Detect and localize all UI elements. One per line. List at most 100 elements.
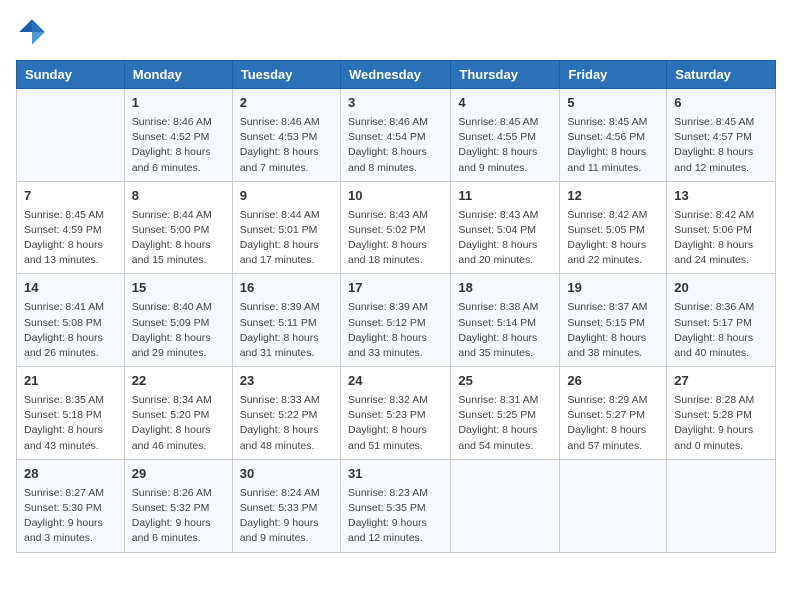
calendar-week-row: 14 Sunrise: 8:41 AM Sunset: 5:08 PM Dayli… — [17, 274, 776, 367]
calendar-table: SundayMondayTuesdayWednesdayThursdayFrid… — [16, 60, 776, 553]
day-number: 12 — [567, 187, 659, 206]
day-details: Sunrise: 8:44 AM Sunset: 5:00 PM Dayligh… — [132, 208, 225, 269]
day-details: Sunrise: 8:45 AM Sunset: 4:57 PM Dayligh… — [674, 115, 768, 176]
day-number: 23 — [240, 372, 333, 391]
calendar-cell — [17, 89, 125, 182]
day-details: Sunrise: 8:33 AM Sunset: 5:22 PM Dayligh… — [240, 393, 333, 454]
day-details: Sunrise: 8:39 AM Sunset: 5:11 PM Dayligh… — [240, 300, 333, 361]
day-number: 29 — [132, 465, 225, 484]
day-number: 20 — [674, 279, 768, 298]
day-details: Sunrise: 8:24 AM Sunset: 5:33 PM Dayligh… — [240, 486, 333, 547]
weekday-header-cell: Saturday — [667, 61, 776, 89]
day-number: 24 — [348, 372, 443, 391]
calendar-cell: 12 Sunrise: 8:42 AM Sunset: 5:05 PM Dayli… — [560, 181, 667, 274]
day-details: Sunrise: 8:37 AM Sunset: 5:15 PM Dayligh… — [567, 300, 659, 361]
day-details: Sunrise: 8:27 AM Sunset: 5:30 PM Dayligh… — [24, 486, 117, 547]
day-details: Sunrise: 8:35 AM Sunset: 5:18 PM Dayligh… — [24, 393, 117, 454]
weekday-header-row: SundayMondayTuesdayWednesdayThursdayFrid… — [17, 61, 776, 89]
day-number: 21 — [24, 372, 117, 391]
calendar-cell: 4 Sunrise: 8:45 AM Sunset: 4:55 PM Daylig… — [451, 89, 560, 182]
page-header — [16, 16, 776, 48]
calendar-cell — [560, 459, 667, 552]
day-details: Sunrise: 8:42 AM Sunset: 5:06 PM Dayligh… — [674, 208, 768, 269]
calendar-cell: 30 Sunrise: 8:24 AM Sunset: 5:33 PM Dayli… — [232, 459, 340, 552]
day-details: Sunrise: 8:45 AM Sunset: 4:59 PM Dayligh… — [24, 208, 117, 269]
day-number: 17 — [348, 279, 443, 298]
day-details: Sunrise: 8:45 AM Sunset: 4:55 PM Dayligh… — [458, 115, 552, 176]
day-number: 25 — [458, 372, 552, 391]
calendar-cell: 19 Sunrise: 8:37 AM Sunset: 5:15 PM Dayli… — [560, 274, 667, 367]
day-number: 13 — [674, 187, 768, 206]
day-number: 7 — [24, 187, 117, 206]
day-number: 15 — [132, 279, 225, 298]
day-number: 8 — [132, 187, 225, 206]
calendar-cell: 21 Sunrise: 8:35 AM Sunset: 5:18 PM Dayli… — [17, 367, 125, 460]
day-number: 11 — [458, 187, 552, 206]
calendar-week-row: 28Sunrise: 8:27 AM Sunset: 5:30 PM Dayli… — [17, 459, 776, 552]
calendar-cell: 15 Sunrise: 8:40 AM Sunset: 5:09 PM Dayli… — [124, 274, 232, 367]
weekday-header-cell: Tuesday — [232, 61, 340, 89]
day-details: Sunrise: 8:39 AM Sunset: 5:12 PM Dayligh… — [348, 300, 443, 361]
day-number: 2 — [240, 94, 333, 113]
day-details: Sunrise: 8:43 AM Sunset: 5:04 PM Dayligh… — [458, 208, 552, 269]
day-number: 1 — [132, 94, 225, 113]
calendar-cell: 25 Sunrise: 8:31 AM Sunset: 5:25 PM Dayli… — [451, 367, 560, 460]
day-number: 19 — [567, 279, 659, 298]
calendar-cell: 23 Sunrise: 8:33 AM Sunset: 5:22 PM Dayli… — [232, 367, 340, 460]
calendar-header: SundayMondayTuesdayWednesdayThursdayFrid… — [17, 61, 776, 89]
day-number: 26 — [567, 372, 659, 391]
calendar-cell: 11 Sunrise: 8:43 AM Sunset: 5:04 PM Dayli… — [451, 181, 560, 274]
day-details: Sunrise: 8:46 AM Sunset: 4:52 PM Dayligh… — [132, 115, 225, 176]
calendar-cell: 27 Sunrise: 8:28 AM Sunset: 5:28 PM Dayli… — [667, 367, 776, 460]
calendar-cell: 18 Sunrise: 8:38 AM Sunset: 5:14 PM Dayli… — [451, 274, 560, 367]
day-details: Sunrise: 8:23 AM Sunset: 5:35 PM Dayligh… — [348, 486, 443, 547]
day-details: Sunrise: 8:28 AM Sunset: 5:28 PM Dayligh… — [674, 393, 768, 454]
calendar-cell: 24 Sunrise: 8:32 AM Sunset: 5:23 PM Dayli… — [340, 367, 450, 460]
calendar-body: 1 Sunrise: 8:46 AM Sunset: 4:52 PM Daylig… — [17, 89, 776, 553]
calendar-cell: 22Sunrise: 8:34 AM Sunset: 5:20 PM Dayli… — [124, 367, 232, 460]
day-details: Sunrise: 8:31 AM Sunset: 5:25 PM Dayligh… — [458, 393, 552, 454]
calendar-cell: 29Sunrise: 8:26 AM Sunset: 5:32 PM Dayli… — [124, 459, 232, 552]
day-number: 5 — [567, 94, 659, 113]
day-number: 30 — [240, 465, 333, 484]
calendar-cell: 14 Sunrise: 8:41 AM Sunset: 5:08 PM Dayli… — [17, 274, 125, 367]
calendar-cell: 20Sunrise: 8:36 AM Sunset: 5:17 PM Dayli… — [667, 274, 776, 367]
day-details: Sunrise: 8:38 AM Sunset: 5:14 PM Dayligh… — [458, 300, 552, 361]
day-number: 6 — [674, 94, 768, 113]
day-details: Sunrise: 8:32 AM Sunset: 5:23 PM Dayligh… — [348, 393, 443, 454]
calendar-cell: 13 Sunrise: 8:42 AM Sunset: 5:06 PM Dayli… — [667, 181, 776, 274]
day-details: Sunrise: 8:45 AM Sunset: 4:56 PM Dayligh… — [567, 115, 659, 176]
day-details: Sunrise: 8:34 AM Sunset: 5:20 PM Dayligh… — [132, 393, 225, 454]
weekday-header-cell: Thursday — [451, 61, 560, 89]
day-number: 9 — [240, 187, 333, 206]
day-number: 14 — [24, 279, 117, 298]
calendar-cell: 28Sunrise: 8:27 AM Sunset: 5:30 PM Dayli… — [17, 459, 125, 552]
day-details: Sunrise: 8:41 AM Sunset: 5:08 PM Dayligh… — [24, 300, 117, 361]
calendar-cell — [667, 459, 776, 552]
day-number: 18 — [458, 279, 552, 298]
day-details: Sunrise: 8:40 AM Sunset: 5:09 PM Dayligh… — [132, 300, 225, 361]
day-number: 3 — [348, 94, 443, 113]
calendar-cell: 6 Sunrise: 8:45 AM Sunset: 4:57 PM Daylig… — [667, 89, 776, 182]
weekday-header-cell: Wednesday — [340, 61, 450, 89]
day-number: 16 — [240, 279, 333, 298]
calendar-cell: 5 Sunrise: 8:45 AM Sunset: 4:56 PM Daylig… — [560, 89, 667, 182]
calendar-cell: 2 Sunrise: 8:46 AM Sunset: 4:53 PM Daylig… — [232, 89, 340, 182]
day-number: 31 — [348, 465, 443, 484]
calendar-cell: 31 Sunrise: 8:23 AM Sunset: 5:35 PM Dayli… — [340, 459, 450, 552]
calendar-cell: 3Sunrise: 8:46 AM Sunset: 4:54 PM Daylig… — [340, 89, 450, 182]
day-number: 10 — [348, 187, 443, 206]
day-number: 27 — [674, 372, 768, 391]
logo — [16, 16, 52, 48]
day-details: Sunrise: 8:42 AM Sunset: 5:05 PM Dayligh… — [567, 208, 659, 269]
day-details: Sunrise: 8:29 AM Sunset: 5:27 PM Dayligh… — [567, 393, 659, 454]
calendar-cell: 8 Sunrise: 8:44 AM Sunset: 5:00 PM Daylig… — [124, 181, 232, 274]
day-number: 4 — [458, 94, 552, 113]
day-details: Sunrise: 8:43 AM Sunset: 5:02 PM Dayligh… — [348, 208, 443, 269]
logo-icon — [16, 16, 48, 48]
day-details: Sunrise: 8:46 AM Sunset: 4:53 PM Dayligh… — [240, 115, 333, 176]
weekday-header-cell: Monday — [124, 61, 232, 89]
calendar-week-row: 7 Sunrise: 8:45 AM Sunset: 4:59 PM Daylig… — [17, 181, 776, 274]
calendar-cell: 10 Sunrise: 8:43 AM Sunset: 5:02 PM Dayli… — [340, 181, 450, 274]
calendar-cell: 26 Sunrise: 8:29 AM Sunset: 5:27 PM Dayli… — [560, 367, 667, 460]
